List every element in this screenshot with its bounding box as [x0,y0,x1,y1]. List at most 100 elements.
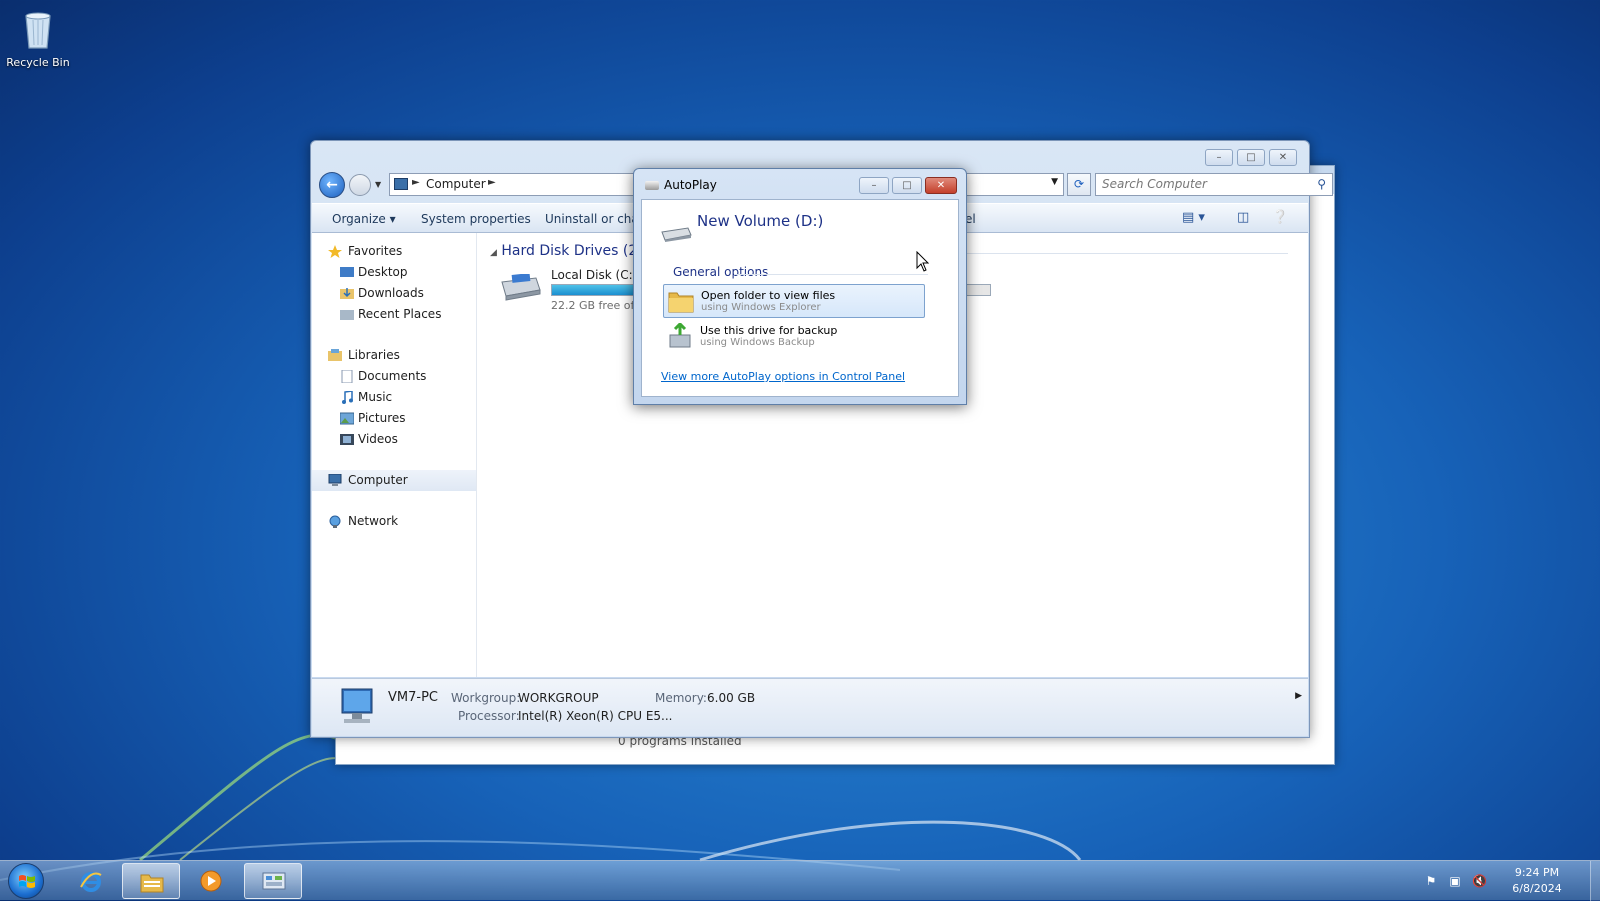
backup-line2: using Windows Backup [700,337,815,348]
computer-icon [394,178,408,190]
nav-network[interactable]: Network [312,511,476,532]
back-button[interactable]: ← [319,172,345,198]
taskbar-windows-explorer[interactable] [122,863,180,899]
recycle-bin[interactable]: Recycle Bin [6,8,70,69]
open-folder-option[interactable]: Open folder to view files using Windows … [663,284,925,318]
network-icon[interactable]: ▣ [1448,874,1462,888]
internet-explorer-icon [80,872,102,892]
videos-icon [340,434,354,445]
details-pane: VM7-PC Workgroup: WORKGROUP Memory: 6.00… [312,678,1308,736]
open-folder-line1: Open folder to view files [701,289,836,302]
general-options-header: General options [673,265,769,279]
folder-icon [668,292,694,313]
chevron-right-icon[interactable]: ► [488,177,496,188]
help-icon[interactable]: ❔ [1272,210,1288,225]
preview-pane-icon[interactable]: ◫ [1237,210,1249,225]
memory-label: Memory: [655,691,707,705]
nav-pictures[interactable]: Pictures [312,408,476,429]
open-folder-line2: using Windows Explorer [701,302,821,313]
clock-date: 6/8/2024 [1512,882,1562,895]
autoplay-close-button[interactable]: ✕ [925,177,957,194]
refresh-button[interactable]: ⟳ [1067,173,1091,196]
nav-favorites-label: Favorites [348,244,403,258]
windows-logo-icon [19,875,35,888]
nav-documents[interactable]: Documents [312,366,476,387]
hard-drive-icon [501,274,541,301]
nav-music[interactable]: Music [312,387,476,408]
nav-music-label: Music [358,390,393,404]
processor-value: Intel(R) Xeon(R) CPU E5... [518,709,673,723]
autoplay-dialog[interactable]: AutoPlay – □ ✕ New Volume (D:) General o… [633,168,967,405]
clock[interactable]: 9:24 PM 6/8/2024 [1502,865,1572,897]
details-expand-icon[interactable]: ▶ [1295,691,1302,701]
autoplay-title: AutoPlay [664,178,717,192]
clock-time: 9:24 PM [1514,866,1560,879]
taskbar-media-player[interactable] [182,863,240,899]
memory-value: 6.00 GB [707,691,756,705]
autoplay-caption-buttons: – □ ✕ [859,177,957,194]
computer-icon [328,474,342,486]
minimize-button[interactable]: – [1205,149,1233,166]
network-icon [329,515,341,528]
music-icon [342,391,353,404]
action-center-flag-icon[interactable]: ⚑ [1424,874,1438,888]
downloads-icon [340,288,354,299]
close-button[interactable]: ✕ [1269,149,1297,166]
change-view-icon[interactable]: ▤ ▾ [1182,210,1205,225]
system-properties-button[interactable]: System properties [421,212,531,226]
search-placeholder: Search Computer [1102,177,1207,191]
search-icon[interactable]: ⚲ [1317,177,1326,191]
uninstall-button[interactable]: Uninstall or cha [545,212,639,226]
autoplay-minimize-button[interactable]: – [859,177,889,194]
start-button[interactable] [8,863,44,899]
group-header-hard-disk-drives[interactable]: ◢ Hard Disk Drives (2) [490,243,643,259]
show-desktop-button[interactable] [1590,861,1600,901]
computer-icon [341,688,373,723]
autoplay-body: New Volume (D:) General options Open fol… [641,199,959,397]
nav-recent-places[interactable]: Recent Places [312,304,476,325]
nav-videos[interactable]: Videos [312,429,476,450]
desktop-icon [340,267,354,277]
backup-icon [669,323,691,348]
address-dropdown-icon[interactable]: ▼ [1051,177,1058,187]
volume-muted-icon[interactable]: 🔇 [1472,874,1487,888]
system-tray: ⚑ ▣ 🔇 9:24 PM 6/8/2024 [1424,861,1594,901]
drive-small-icon [645,181,659,190]
nav-documents-label: Documents [358,369,427,383]
mouse-pointer-icon [916,251,930,272]
workgroup-label: Workgroup: [451,691,521,705]
pc-name: VM7-PC [388,690,438,705]
nav-favorites[interactable]: Favorites [312,241,476,262]
navigation-pane: Favorites Desktop Downloads Recent Place… [312,233,477,677]
recent-places-icon [340,310,354,320]
nav-computer[interactable]: Computer [312,470,476,491]
chevron-right-icon[interactable]: ► [412,177,420,188]
pictures-icon [340,412,354,425]
collapse-triangle-icon[interactable]: ◢ [490,248,497,258]
nav-pictures-label: Pictures [358,411,406,425]
taskbar-control-panel[interactable] [244,863,302,899]
nav-desktop[interactable]: Desktop [312,262,476,283]
forward-button[interactable] [349,174,371,196]
nav-libraries[interactable]: Libraries [312,345,476,366]
recent-pages-dropdown[interactable]: ▼ [375,180,381,189]
maximize-button[interactable]: □ [1237,149,1265,166]
autoplay-maximize-button[interactable]: □ [892,177,922,194]
drive-name: Local Disk (C:) [551,268,638,282]
media-player-icon [200,870,222,892]
star-icon [328,245,342,258]
backup-option[interactable]: Use this drive for backup using Windows … [663,320,925,354]
recycle-bin-label: Recycle Bin [6,56,70,69]
explorer-caption-buttons: – □ ✕ [1205,149,1297,166]
breadcrumb-computer[interactable]: Computer [426,177,486,191]
libraries-icon [328,349,342,361]
organize-menu[interactable]: Organize ▾ [332,212,396,226]
taskbar-internet-explorer[interactable] [62,863,120,899]
autoplay-control-panel-link[interactable]: View more AutoPlay options in Control Pa… [661,370,905,383]
organize-label: Organize [332,212,386,226]
autoplay-drive-heading: New Volume (D:) [697,212,824,230]
nav-downloads[interactable]: Downloads [312,283,476,304]
search-input[interactable]: Search Computer ⚲ [1095,173,1333,196]
taskbar: ⚑ ▣ 🔇 9:24 PM 6/8/2024 [0,860,1600,901]
control-panel-icon [262,872,286,890]
